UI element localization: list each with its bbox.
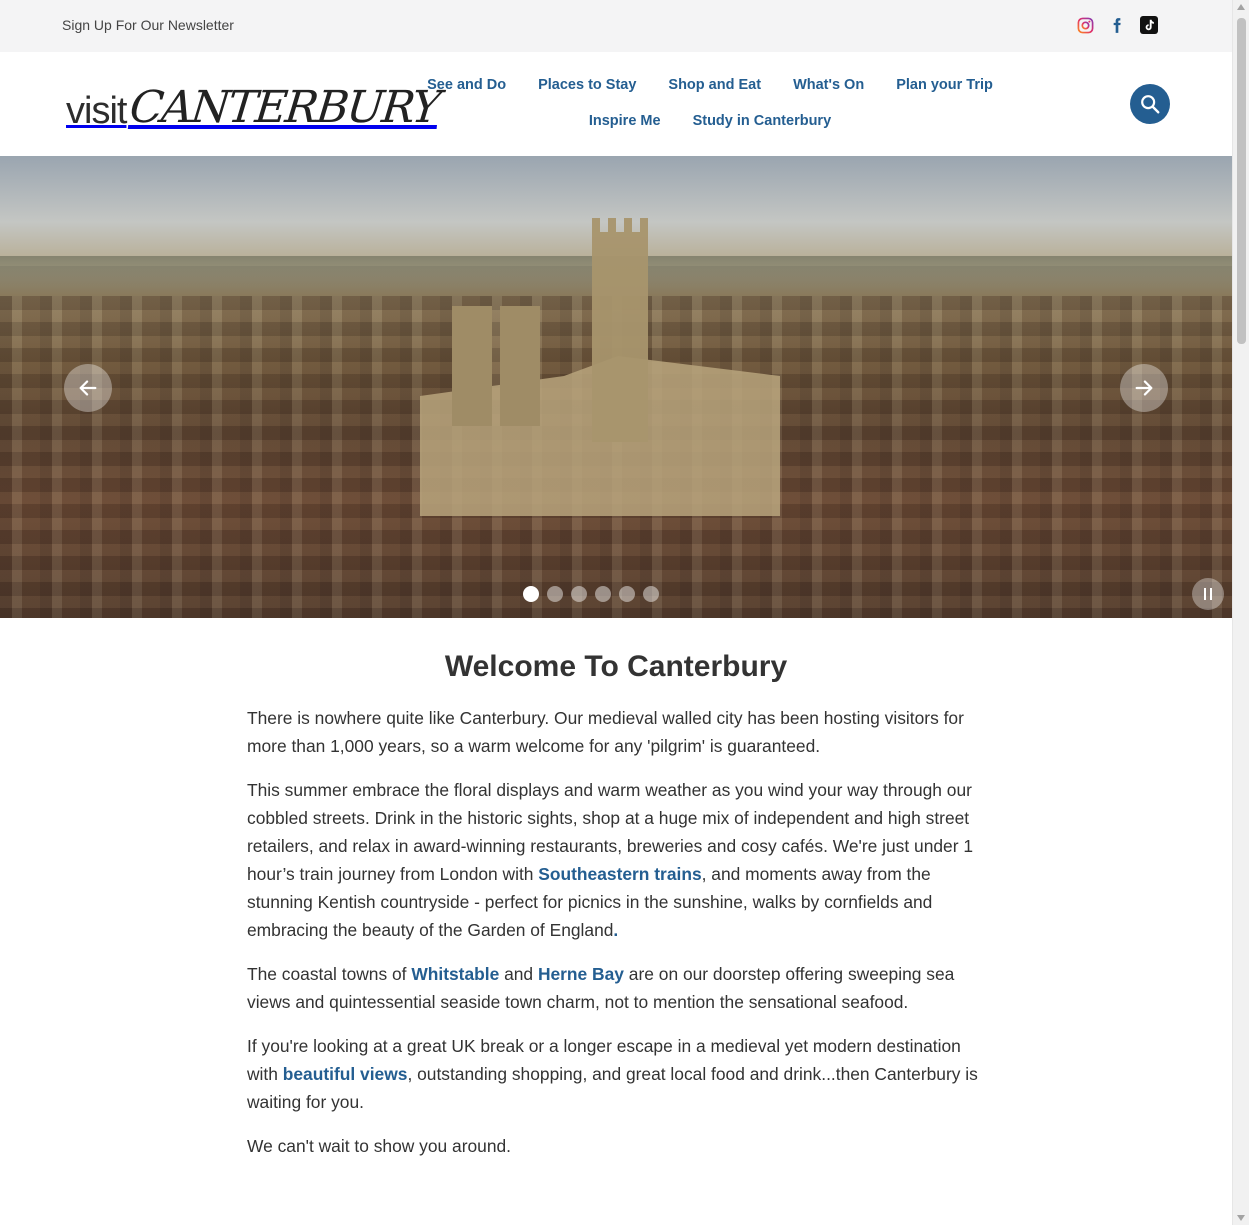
hero-carousel — [0, 156, 1232, 618]
carousel-dot-2[interactable] — [547, 586, 563, 602]
nav-see-and-do[interactable]: See and Do — [411, 76, 522, 94]
arrow-left-icon — [79, 380, 97, 396]
paragraph-2: This summer embrace the floral displays … — [247, 776, 982, 944]
carousel-prev-button[interactable] — [64, 364, 112, 412]
page-scrollbar[interactable] — [1232, 0, 1249, 1225]
newsletter-link[interactable]: Sign Up For Our Newsletter — [62, 17, 234, 33]
scroll-up-icon[interactable] — [1237, 4, 1245, 10]
search-icon — [1141, 95, 1160, 114]
nav-plan-your-trip[interactable]: Plan your Trip — [880, 76, 1009, 94]
arrow-right-icon — [1135, 380, 1153, 396]
nav-whats-on[interactable]: What's On — [777, 76, 880, 94]
carousel-dot-4[interactable] — [595, 586, 611, 602]
hero-image-west-tower-right — [500, 306, 540, 426]
carousel-dot-1[interactable] — [523, 586, 539, 602]
nav-shop-and-eat[interactable]: Shop and Eat — [652, 76, 777, 94]
paragraph-3-text-mid: and — [499, 964, 538, 984]
paragraph-2-end: . — [613, 920, 619, 940]
carousel-next-button[interactable] — [1120, 364, 1168, 412]
herne-bay-link[interactable]: Herne Bay — [538, 964, 624, 984]
site-header: visit CANTERBURY See and Do Places to St… — [0, 52, 1232, 156]
instagram-icon[interactable] — [1076, 16, 1094, 34]
intro-text: There is nowhere quite like Canterbury. … — [247, 704, 982, 1176]
scroll-down-icon[interactable] — [1237, 1215, 1245, 1221]
paragraph-1: There is nowhere quite like Canterbury. … — [247, 708, 964, 756]
southeastern-trains-link[interactable]: Southeastern trains — [538, 864, 701, 884]
hero-image-central-tower — [592, 218, 648, 442]
paragraph-3: The coastal towns of Whitstable and Hern… — [247, 960, 982, 1016]
paragraph-5: We can't wait to show you around. — [247, 1136, 512, 1156]
tiktok-icon[interactable] — [1140, 16, 1158, 34]
pause-icon-bar — [1210, 588, 1212, 600]
beautiful-views-link[interactable]: beautiful views — [283, 1064, 408, 1084]
facebook-icon[interactable] — [1108, 16, 1126, 34]
carousel-dots — [523, 586, 659, 602]
logo-text-visit: visit — [66, 90, 127, 132]
nav-study-in-canterbury[interactable]: Study in Canterbury — [677, 112, 848, 130]
page-title: Welcome To Canterbury — [444, 650, 788, 683]
hero-image-west-tower-left — [452, 306, 492, 426]
main-nav: See and Do Places to Stay Shop and Eat W… — [360, 76, 1060, 130]
carousel-dot-6[interactable] — [643, 586, 659, 602]
carousel-dot-3[interactable] — [571, 586, 587, 602]
whitstable-link[interactable]: Whitstable — [411, 964, 499, 984]
nav-places-to-stay[interactable]: Places to Stay — [522, 76, 652, 94]
paragraph-3-text-a: The coastal towns of — [247, 964, 412, 984]
search-button[interactable] — [1130, 84, 1170, 124]
pause-icon — [1204, 588, 1206, 600]
carousel-pause-button[interactable] — [1192, 578, 1224, 610]
paragraph-4: If you're looking at a great UK break or… — [247, 1032, 982, 1116]
scrollbar-thumb[interactable] — [1237, 18, 1246, 344]
social-links — [1076, 16, 1158, 34]
top-bar: Sign Up For Our Newsletter — [0, 0, 1232, 52]
carousel-dot-5[interactable] — [619, 586, 635, 602]
nav-inspire-me[interactable]: Inspire Me — [573, 112, 677, 130]
